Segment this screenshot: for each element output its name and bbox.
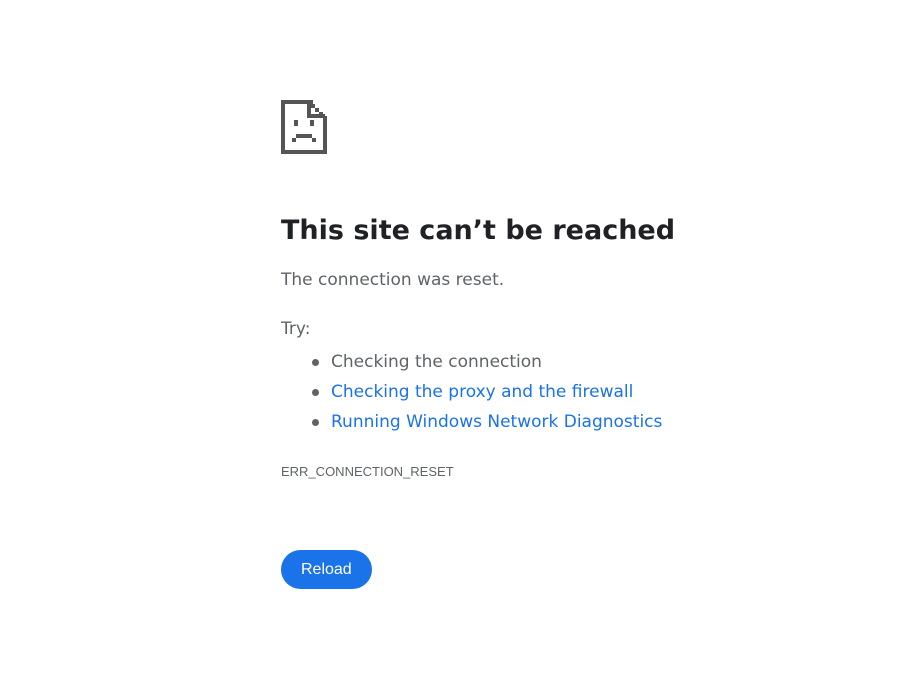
sad-page-icon <box>281 100 327 154</box>
suggestion-check-connection: Checking the connection <box>281 347 881 377</box>
bullet-icon <box>312 419 319 426</box>
error-summary: The connection was reset. <box>281 270 505 290</box>
error-code: ERR_CONNECTION_RESET <box>281 464 454 479</box>
suggestion-network-diagnostics: Running Windows Network Diagnostics <box>281 407 881 437</box>
check-proxy-firewall-link[interactable]: Checking the proxy and the firewall <box>331 382 633 402</box>
error-page: This site can’t be reached The connectio… <box>281 100 881 589</box>
suggestion-label: Checking the connection <box>331 352 542 372</box>
network-diagnostics-link[interactable]: Running Windows Network Diagnostics <box>331 412 662 432</box>
bullet-icon <box>312 389 319 396</box>
try-label: Try: <box>281 319 311 339</box>
suggestion-check-proxy-firewall: Checking the proxy and the firewall <box>281 377 881 407</box>
bullet-icon <box>312 359 319 366</box>
error-headline: This site can’t be reached <box>281 215 676 246</box>
reload-button[interactable]: Reload <box>281 550 372 589</box>
suggestions-list: Checking the connection Checking the pro… <box>281 347 881 437</box>
